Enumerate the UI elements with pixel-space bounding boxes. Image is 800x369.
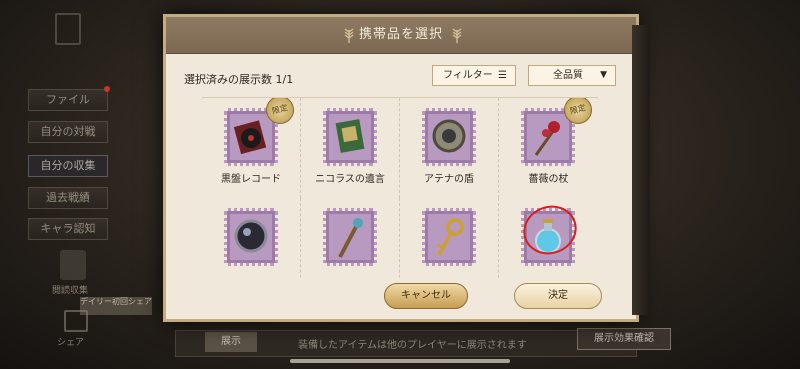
- item-stamp: [323, 108, 377, 166]
- share-icon[interactable]: [64, 310, 88, 332]
- item-cell[interactable]: 限定 薔薇の杖: [499, 98, 598, 198]
- sidebar-item-label: キャラ認知: [40, 222, 96, 235]
- item-stamp: [323, 208, 377, 266]
- rose-staff-icon: [534, 121, 560, 156]
- dialog-title: 携帯品を選択: [358, 27, 443, 42]
- sidebar-item-label: ファイル: [46, 93, 90, 106]
- item-grid: 限定 黒盤レコード ニコラスの遺言 アテナの盾 限定 薔薇の杖: [202, 97, 598, 278]
- item-stamp: [422, 108, 476, 166]
- sidebar-item-my-matches[interactable]: 自分の対戦: [28, 121, 108, 143]
- dark-orb-icon: [234, 219, 268, 253]
- item-stamp: [224, 208, 278, 266]
- item-cell[interactable]: 限定 黒盤レコード: [202, 98, 301, 198]
- grade-dropdown[interactable]: 全品質 ▼: [528, 65, 616, 86]
- sidebar-item-label: 過去戦績: [46, 191, 90, 204]
- staff-icon: [338, 218, 363, 258]
- item-name: ニコラスの遺言: [315, 174, 385, 185]
- sidebar-item-past-records[interactable]: 過去戦績: [28, 187, 108, 209]
- shield-icon: [432, 119, 466, 153]
- book-label: 閲読収集: [52, 286, 89, 296]
- book-icon: [335, 119, 365, 153]
- grade-label: 全品質: [553, 70, 583, 81]
- exit-door-icon[interactable]: [55, 13, 81, 45]
- display-effect-button[interactable]: 展示効果確認: [577, 328, 671, 350]
- list-icon: ☰: [498, 70, 507, 81]
- filter-button[interactable]: フィルター ☰: [432, 65, 516, 86]
- item-name: 黒盤レコード: [221, 174, 281, 185]
- book-icon[interactable]: [60, 250, 86, 280]
- display-description: 装備したアイテムは他のプレイヤーに展示されます: [298, 340, 527, 351]
- record-icon: [233, 120, 267, 155]
- sidebar-item-label: 自分の収集: [40, 159, 96, 172]
- item-stamp: [422, 208, 476, 266]
- key-icon: [436, 218, 464, 256]
- display-tab[interactable]: 展示: [205, 332, 257, 352]
- item-cell[interactable]: [301, 198, 400, 278]
- selected-count: 選択済みの展示数 1/1: [184, 73, 294, 86]
- home-indicator[interactable]: [290, 359, 510, 363]
- sidebar-item-label: 自分の対戦: [40, 125, 96, 138]
- sidebar-item-file[interactable]: ファイル: [28, 89, 108, 111]
- filter-label: フィルター: [443, 70, 493, 81]
- confirm-button[interactable]: 決定: [514, 283, 602, 309]
- sidebar-item-character-recognition[interactable]: キャラ認知: [28, 218, 108, 240]
- share-label: シェア: [57, 338, 85, 348]
- item-name: 薔薇の杖: [528, 174, 569, 185]
- chevron-down-icon: ▼: [600, 70, 607, 80]
- wheat-icon: [452, 28, 462, 43]
- item-cell-selected[interactable]: [499, 198, 598, 278]
- item-cell[interactable]: [202, 198, 301, 278]
- daily-share-banner: デイリー初回シェア: [80, 297, 152, 315]
- notification-dot: [104, 86, 110, 92]
- cancel-button[interactable]: キャンセル: [384, 283, 468, 309]
- dialog-header: 携帯品を選択: [166, 17, 636, 54]
- item-cell[interactable]: [400, 198, 499, 278]
- item-cell[interactable]: ニコラスの遺言: [301, 98, 400, 198]
- select-item-dialog: 携帯品を選択 選択済みの展示数 1/1 フィルター ☰ 全品質 ▼ 限定 黒盤レ…: [163, 14, 650, 322]
- sidebar-item-my-collection[interactable]: 自分の収集: [28, 155, 108, 177]
- item-name: アテナの盾: [424, 174, 474, 185]
- item-cell[interactable]: アテナの盾: [400, 98, 499, 198]
